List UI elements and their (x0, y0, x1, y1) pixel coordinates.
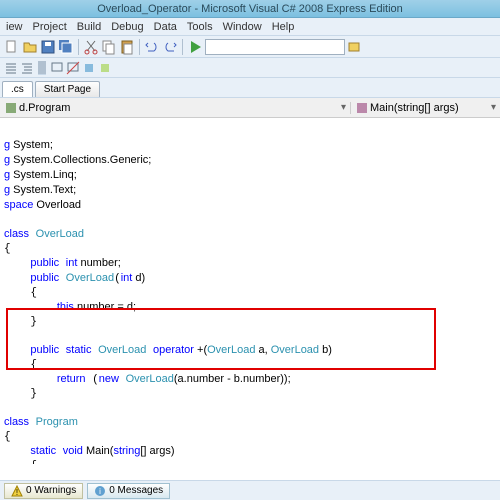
class-selector[interactable]: d.Program▾ (0, 102, 350, 114)
svg-text:!: ! (16, 488, 18, 497)
redo-icon[interactable] (162, 39, 178, 55)
menu-tools[interactable]: Tools (187, 21, 213, 33)
code-nav-bar: d.Program▾ Main(string[] args)▾ (0, 98, 500, 118)
toolbar-secondary (0, 58, 500, 78)
highlight-box (6, 308, 436, 370)
warnings-button[interactable]: ! 0 Warnings (4, 483, 83, 499)
class-label: d.Program (19, 102, 70, 114)
member-selector[interactable]: Main(string[] args)▾ (350, 102, 500, 114)
svg-text:i: i (99, 487, 101, 496)
new-icon[interactable] (4, 39, 20, 55)
config-combo[interactable] (205, 39, 345, 55)
menu-project[interactable]: Project (33, 21, 67, 33)
copy-icon[interactable] (101, 39, 117, 55)
menu-build[interactable]: Build (77, 21, 101, 33)
bookmark2-icon[interactable] (98, 61, 112, 75)
paste-icon[interactable] (119, 39, 135, 55)
menu-window[interactable]: Window (223, 21, 262, 33)
cut-icon[interactable] (83, 39, 99, 55)
tab-cs-file[interactable]: .cs (2, 81, 33, 97)
menu-debug[interactable]: Debug (111, 21, 143, 33)
window-title: Overload_Operator - Microsoft Visual C# … (0, 0, 500, 18)
menu-data[interactable]: Data (154, 21, 177, 33)
warnings-label: 0 Warnings (26, 485, 76, 496)
find-icon[interactable] (347, 39, 363, 55)
save-icon[interactable] (40, 39, 56, 55)
run-icon[interactable] (187, 39, 203, 55)
uncomment-icon[interactable] (66, 61, 80, 75)
bookmark-icon[interactable] (82, 61, 96, 75)
open-icon[interactable] (22, 39, 38, 55)
toolbar-main (0, 36, 500, 58)
tab-start-page[interactable]: Start Page (35, 81, 100, 97)
code-editor[interactable]: g System; g System.Collections.Generic; … (0, 118, 500, 464)
menu-help[interactable]: Help (272, 21, 295, 33)
menu-view[interactable]: iew (6, 21, 23, 33)
status-bar: ! 0 Warnings i 0 Messages (0, 480, 500, 500)
messages-button[interactable]: i 0 Messages (87, 483, 170, 499)
menu-bar: iew Project Build Debug Data Tools Windo… (0, 18, 500, 36)
messages-label: 0 Messages (109, 485, 163, 496)
undo-icon[interactable] (144, 39, 160, 55)
comment-icon[interactable] (50, 61, 64, 75)
saveall-icon[interactable] (58, 39, 74, 55)
outdent-icon[interactable] (20, 61, 34, 75)
document-tabs: .cs Start Page (0, 78, 500, 98)
indent-icon[interactable] (4, 61, 18, 75)
member-label: Main(string[] args) (370, 102, 459, 114)
